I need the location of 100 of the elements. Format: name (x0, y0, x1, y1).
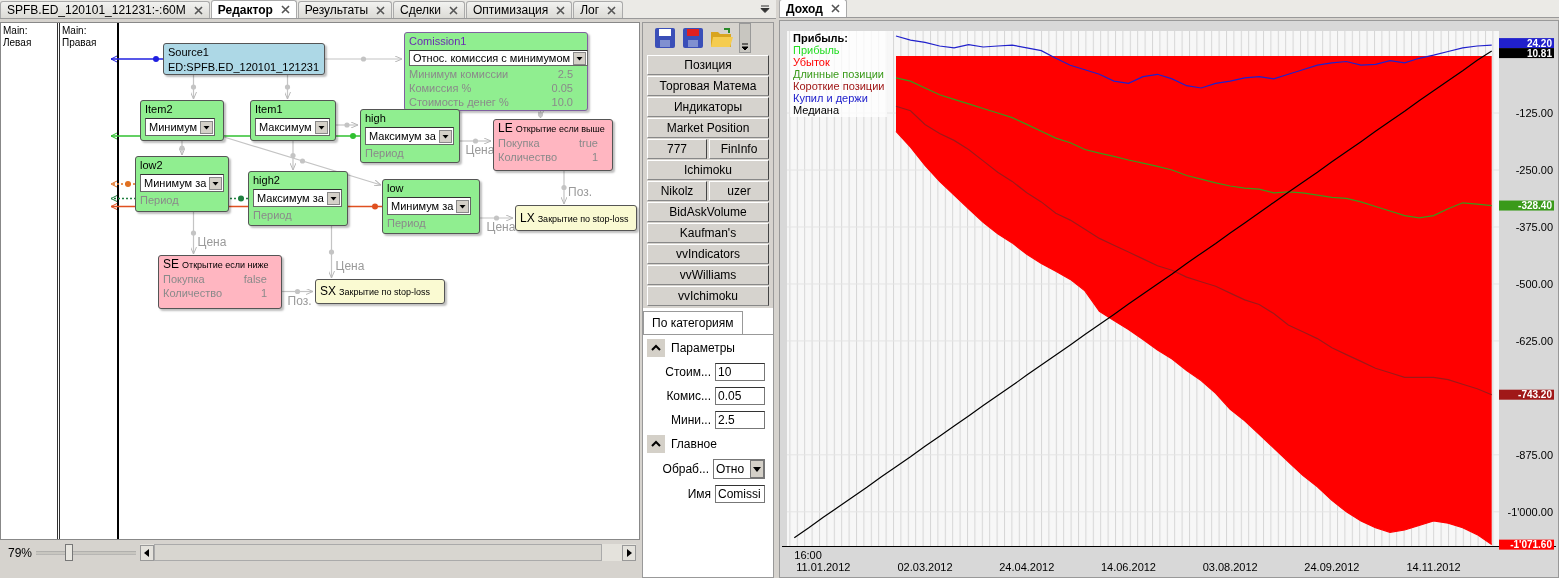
lane-title: Main: (3, 25, 29, 37)
close-icon[interactable] (830, 4, 840, 13)
node-card[interactable]: high2 Максимум за Период (248, 171, 348, 226)
category-button[interactable]: Market Position (647, 118, 769, 138)
node-card[interactable]: SX Закрытие по stop-loss (315, 279, 445, 304)
collapse-icon[interactable] (647, 435, 665, 453)
tab[interactable]: SPFB.ED_120101_121231:-:60M (0, 1, 210, 18)
tab[interactable]: Оптимизация (465, 1, 573, 18)
slider-thumb[interactable] (65, 544, 74, 561)
input-field[interactable]: 10 (715, 363, 765, 381)
tab[interactable]: По категориям (643, 311, 743, 334)
node-title: Item1 (255, 103, 284, 116)
property-dropdown[interactable]: Отно (713, 459, 765, 479)
node-card[interactable]: low Минимум за Период (382, 179, 480, 234)
close-icon[interactable] (607, 5, 617, 15)
tab[interactable]: Лог (573, 1, 624, 18)
node-card[interactable]: Item1 Максимум (250, 100, 336, 141)
dropdown[interactable]: Минимум за (387, 197, 472, 215)
tab[interactable]: Сделки (393, 1, 465, 18)
value-label: -743.20 (1499, 389, 1554, 401)
param-value: 1 (591, 151, 598, 163)
node-title: high2 (253, 174, 281, 187)
category-button[interactable]: 777 (647, 139, 707, 159)
node-title: SE (163, 258, 179, 271)
param-label: Минимум комиссии (409, 68, 509, 80)
node-card[interactable]: low2 Минимум за Период (135, 156, 229, 212)
category-button[interactable]: Nikolz (647, 181, 707, 201)
zoom-label: 79% (8, 545, 33, 560)
node-card[interactable]: SE Открытие если ниже Покупка false Количество 1 (158, 255, 282, 309)
connector-arrow (190, 211, 197, 255)
node-title: low2 (140, 159, 164, 172)
axis-label: -625.00 (1515, 334, 1553, 347)
legend-item: Убыток (793, 56, 830, 68)
tab[interactable]: Результаты (297, 1, 393, 18)
legend-item: Купил и держи (793, 92, 869, 104)
close-icon[interactable] (556, 5, 566, 15)
caret-icon (326, 191, 340, 205)
close-icon[interactable] (193, 5, 203, 15)
axis-label: -125.00 (1515, 107, 1553, 120)
category-button[interactable]: FinInfo (709, 139, 769, 159)
axis-label: 24.09.2012 (1304, 561, 1360, 573)
property-label: Мини... (670, 413, 711, 427)
connector-arrow (281, 288, 314, 295)
dropdown[interactable]: Относ. комиссия с минимумом (409, 50, 589, 66)
scroll-left-icon[interactable] (140, 544, 155, 561)
legend-item: Короткие позиции (793, 80, 885, 92)
close-icon[interactable] (376, 5, 386, 15)
category-button[interactable]: Позиция (647, 55, 769, 75)
property-label: Комис... (666, 389, 711, 403)
legend-title: Прибыль: (793, 32, 849, 44)
category-button[interactable]: Ichimoku (647, 160, 769, 180)
node-card[interactable]: Comission1 Относ. комиссия с минимумом Минимум комиссии 2.5 Комиссия % 0.05 Стоимость денег % 10.0 (404, 32, 588, 111)
close-icon[interactable] (280, 5, 290, 14)
caret-icon (750, 460, 764, 478)
input-field[interactable]: 0.05 (715, 387, 765, 405)
tab[interactable]: Доход (779, 0, 847, 17)
input-field[interactable]: 2.5 (715, 411, 765, 429)
value-label: 24.20 (1499, 37, 1554, 49)
param-value: 0.05 (551, 82, 573, 94)
tab[interactable]: Редактор (210, 0, 297, 18)
lane-name: Левая (3, 37, 33, 49)
input-field[interactable]: Comissi (715, 485, 765, 503)
category-button[interactable]: vvIndicators (647, 244, 769, 264)
dropdown[interactable]: Минимум за (140, 174, 225, 192)
overflow-icon[interactable] (739, 23, 751, 53)
category-button[interactable]: Торговая Матема (647, 76, 769, 96)
legend-item: Прибыль (793, 44, 840, 56)
dropdown[interactable]: Минимум (145, 118, 216, 136)
axis-label: -500.00 (1515, 277, 1553, 290)
category-button[interactable]: BidAskVolume (647, 202, 769, 222)
value-label: -1'071.60 (1499, 539, 1554, 551)
node-title: Comission1 (409, 35, 468, 48)
scrollbar-thumb[interactable] (154, 544, 602, 561)
node-card[interactable]: LE Открытие если выше Покупка true Количество 1 (493, 119, 613, 171)
node-title: Item2 (145, 103, 174, 116)
node-title: LX (520, 211, 535, 225)
connector-arrow (178, 140, 186, 156)
node-card[interactable]: high Максимум за Период (360, 109, 460, 163)
close-icon[interactable] (448, 5, 458, 15)
node-card[interactable]: LX Закрытие по stop-loss (515, 205, 637, 231)
node-title: high (365, 112, 387, 125)
node-card[interactable]: Source1 ED:SPFB.ED_120101_121231 (163, 43, 325, 75)
dropdown[interactable]: Максимум за (253, 189, 342, 207)
category-button[interactable]: vvWilliams (647, 265, 769, 285)
node-caption: Открытие если ниже (182, 260, 269, 270)
save-as-icon[interactable] (681, 26, 705, 50)
scroll-right-icon[interactable] (622, 544, 636, 561)
save-icon[interactable] (653, 26, 677, 50)
category-button[interactable]: uzer (709, 181, 769, 201)
category-button[interactable]: Индикаторы (647, 97, 769, 117)
dropdown[interactable]: Максимум за (365, 127, 454, 145)
node-card[interactable]: Item2 Минимум (140, 100, 224, 141)
connector-arrow (328, 225, 335, 279)
category-button[interactable]: vvIchimoku (647, 286, 769, 306)
collapse-icon[interactable] (647, 339, 665, 357)
dropdown-icon[interactable] (760, 4, 770, 14)
node-subtitle: ED:SPFB.ED_120101_121231 (168, 61, 320, 74)
param-label: Период (253, 209, 292, 221)
category-button[interactable]: Kaufman's (647, 223, 769, 243)
dropdown[interactable]: Максимум (255, 118, 330, 136)
